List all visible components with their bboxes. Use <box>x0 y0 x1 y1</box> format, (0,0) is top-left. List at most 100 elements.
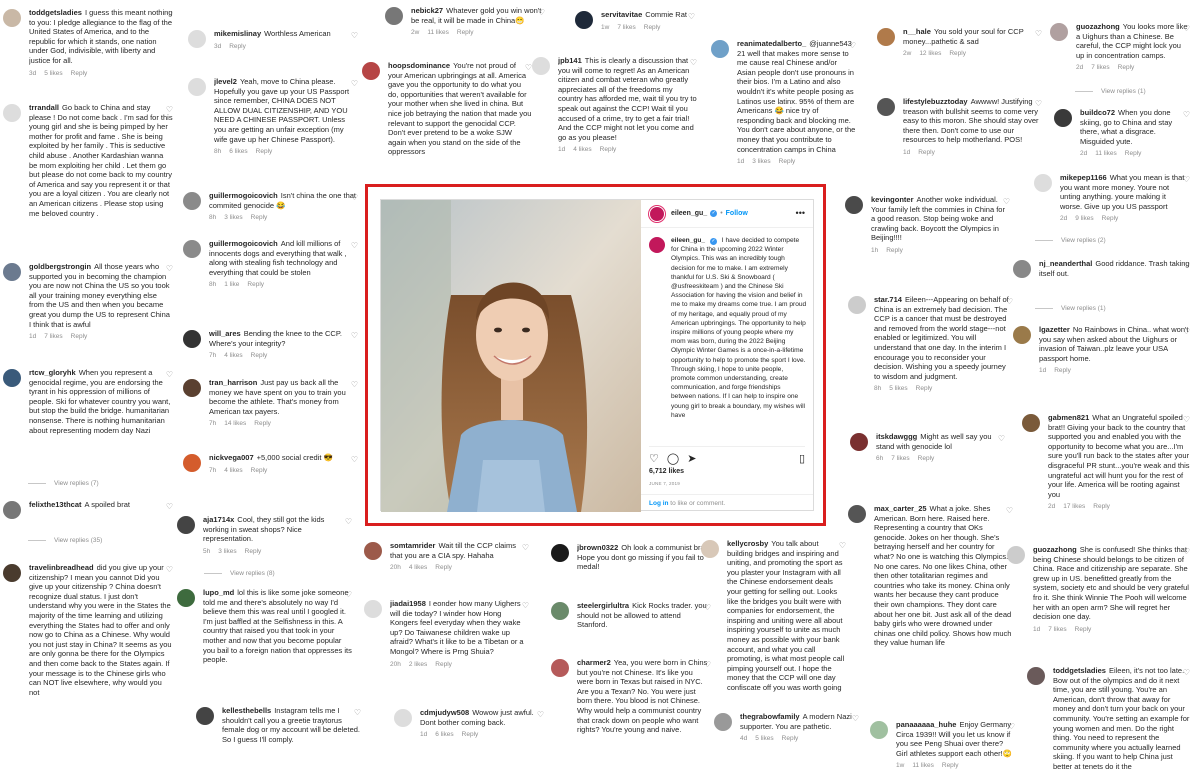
comment-username[interactable]: rtcw_gloryhk <box>29 368 76 377</box>
comment-like-heart-icon[interactable]: ♡ <box>1183 110 1190 119</box>
comment-username[interactable]: itskdawggg <box>876 432 917 441</box>
user-avatar[interactable] <box>532 57 550 75</box>
reply-link[interactable]: Reply <box>254 420 271 427</box>
user-avatar[interactable] <box>177 589 195 607</box>
user-avatar[interactable] <box>3 263 21 281</box>
reply-link[interactable]: Reply <box>1075 626 1092 633</box>
comment-like-heart-icon[interactable]: ♡ <box>522 543 529 552</box>
comment-username[interactable]: guozazhong <box>1076 22 1120 31</box>
user-avatar[interactable] <box>188 78 206 96</box>
user-avatar[interactable] <box>196 707 214 725</box>
comment-like-heart-icon[interactable]: ♡ <box>345 517 352 526</box>
comment-like-heart-icon[interactable]: ♡ <box>537 710 544 719</box>
comment-username[interactable]: charmer2 <box>577 658 611 667</box>
user-avatar[interactable] <box>1050 23 1068 41</box>
reply-link[interactable]: Reply <box>644 24 661 31</box>
comment-username[interactable]: kellycrosby <box>727 539 768 548</box>
comment-likes[interactable]: 7 likes <box>891 455 909 462</box>
comment-like-heart-icon[interactable]: ♡ <box>1183 668 1190 677</box>
reply-link[interactable]: Reply <box>918 455 935 462</box>
user-avatar[interactable] <box>183 330 201 348</box>
user-avatar[interactable] <box>394 709 412 727</box>
comment-like-heart-icon[interactable]: ♡ <box>351 79 358 88</box>
comment-like-heart-icon[interactable]: ♡ <box>166 502 173 511</box>
reply-link[interactable]: Reply <box>600 146 617 153</box>
comment-username[interactable]: servitavitae <box>601 10 642 19</box>
comment-username[interactable]: jiadai1958 <box>390 599 426 608</box>
comment-like-heart-icon[interactable]: ♡ <box>166 264 173 273</box>
comment-like-heart-icon[interactable]: ♡ <box>345 590 352 599</box>
view-replies-link[interactable]: View replies (8) <box>204 570 275 577</box>
comment-like-heart-icon[interactable]: ♡ <box>1183 261 1190 270</box>
reply-link[interactable]: Reply <box>916 385 933 392</box>
comment-like-heart-icon[interactable]: ♡ <box>351 31 358 40</box>
comment-likes[interactable]: 7 likes <box>1048 626 1066 633</box>
comment-like-heart-icon[interactable]: ♡ <box>998 434 1005 443</box>
comment-username[interactable]: trrandall <box>29 103 59 112</box>
post-photo[interactable] <box>381 200 641 512</box>
view-replies-link[interactable]: View replies (7) <box>28 480 99 487</box>
comment-like-heart-icon[interactable]: ♡ <box>166 105 173 114</box>
comment-username[interactable]: guozazhong <box>1033 545 1077 554</box>
comment-likes[interactable]: 2 likes <box>409 661 427 668</box>
comment-username[interactable]: aja1714x <box>203 515 234 524</box>
reply-link[interactable]: Reply <box>251 467 268 474</box>
comment-like-heart-icon[interactable]: ♡ <box>166 565 173 574</box>
user-avatar[interactable] <box>551 659 569 677</box>
comment-like-heart-icon[interactable]: ♡ <box>1008 722 1015 731</box>
user-avatar[interactable] <box>877 98 895 116</box>
user-avatar[interactable] <box>1013 260 1031 278</box>
comment-like-heart-icon[interactable]: ♡ <box>166 10 173 19</box>
user-avatar[interactable] <box>177 516 195 534</box>
comment-like-heart-icon[interactable]: ♡ <box>1183 415 1190 424</box>
reply-link[interactable]: Reply <box>251 352 268 359</box>
comment-like-heart-icon[interactable]: ♡ <box>1035 99 1042 108</box>
user-avatar[interactable] <box>183 240 201 258</box>
comment-username[interactable]: nebick27 <box>411 6 443 15</box>
comment-likes[interactable]: 6 likes <box>229 148 247 155</box>
comment-likes[interactable]: 11 likes <box>427 29 449 36</box>
comment-like-heart-icon[interactable]: ♡ <box>690 58 697 67</box>
user-avatar[interactable] <box>364 600 382 618</box>
comment-username[interactable]: goldbergstrongin <box>29 262 91 271</box>
reply-link[interactable]: Reply <box>435 661 452 668</box>
follow-button[interactable]: Follow <box>726 210 748 217</box>
comment-like-heart-icon[interactable]: ♡ <box>852 714 859 723</box>
like-count[interactable]: 6,712 likes <box>649 468 684 475</box>
comment-likes[interactable]: 14 likes <box>224 420 246 427</box>
comment-likes[interactable]: 11 likes <box>912 762 934 769</box>
user-avatar[interactable] <box>364 542 382 560</box>
reply-link[interactable]: Reply <box>229 43 246 50</box>
comment-like-heart-icon[interactable]: ♡ <box>1183 327 1190 336</box>
comment-likes[interactable]: 5 likes <box>889 385 907 392</box>
comment-likes[interactable]: 4 likes <box>573 146 591 153</box>
reply-link[interactable]: Reply <box>942 762 959 769</box>
comment-like-heart-icon[interactable]: ♡ <box>166 370 173 379</box>
user-avatar[interactable] <box>551 602 569 620</box>
comment-likes[interactable]: 12 likes <box>919 50 941 57</box>
reply-link[interactable]: Reply <box>949 50 966 57</box>
view-replies-link[interactable]: View replies (1) <box>1075 88 1146 95</box>
comment-like-heart-icon[interactable]: ♡ <box>1006 297 1013 306</box>
comment-username[interactable]: tran_harrison <box>209 378 257 387</box>
post-author-username[interactable]: eileen_gu_ <box>671 210 707 217</box>
user-avatar[interactable] <box>701 540 719 558</box>
post-author-avatar[interactable] <box>649 205 665 222</box>
comment-username[interactable]: cdmjudyw508 <box>420 708 469 717</box>
reply-link[interactable]: Reply <box>782 735 799 742</box>
comment-likes[interactable]: 3 likes <box>224 214 242 221</box>
user-avatar[interactable] <box>850 433 868 451</box>
comment-username[interactable]: guillermogoicovich <box>209 239 278 248</box>
user-avatar[interactable] <box>714 713 732 731</box>
comment-likes[interactable]: 5 likes <box>44 70 62 77</box>
user-avatar[interactable] <box>1022 414 1040 432</box>
comment-username[interactable]: will_ares <box>209 329 241 338</box>
view-replies-link[interactable]: View replies (2) <box>1035 237 1106 244</box>
user-avatar[interactable] <box>183 192 201 210</box>
comment-like-heart-icon[interactable]: ♡ <box>1183 175 1190 184</box>
user-avatar[interactable] <box>575 11 593 29</box>
reply-link[interactable]: Reply <box>779 158 796 165</box>
comment-likes[interactable]: 6 likes <box>435 731 453 738</box>
reply-link[interactable]: Reply <box>1102 215 1119 222</box>
comment-username[interactable]: kellesthebells <box>222 706 271 715</box>
